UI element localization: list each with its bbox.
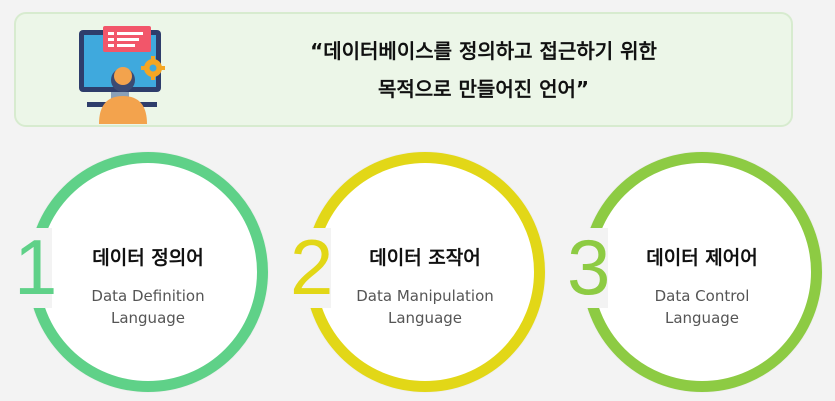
definition-quote: “데이터베이스를 정의하고 접근하기 위한 목적으로 만들어진 언어” bbox=[216, 32, 751, 108]
dcl-number: 3 bbox=[567, 223, 611, 311]
quote-line-2: 목적으로 만들어진 언어” bbox=[377, 77, 590, 101]
developer-at-monitor-icon bbox=[79, 26, 165, 124]
definition-banner: “데이터베이스를 정의하고 접근하기 위한 목적으로 만들어진 언어” bbox=[14, 12, 793, 127]
dml-number: 2 bbox=[290, 223, 334, 311]
quote-line-1: “데이터베이스를 정의하고 접근하기 위한 bbox=[310, 39, 657, 63]
ddl-number: 1 bbox=[14, 223, 58, 311]
